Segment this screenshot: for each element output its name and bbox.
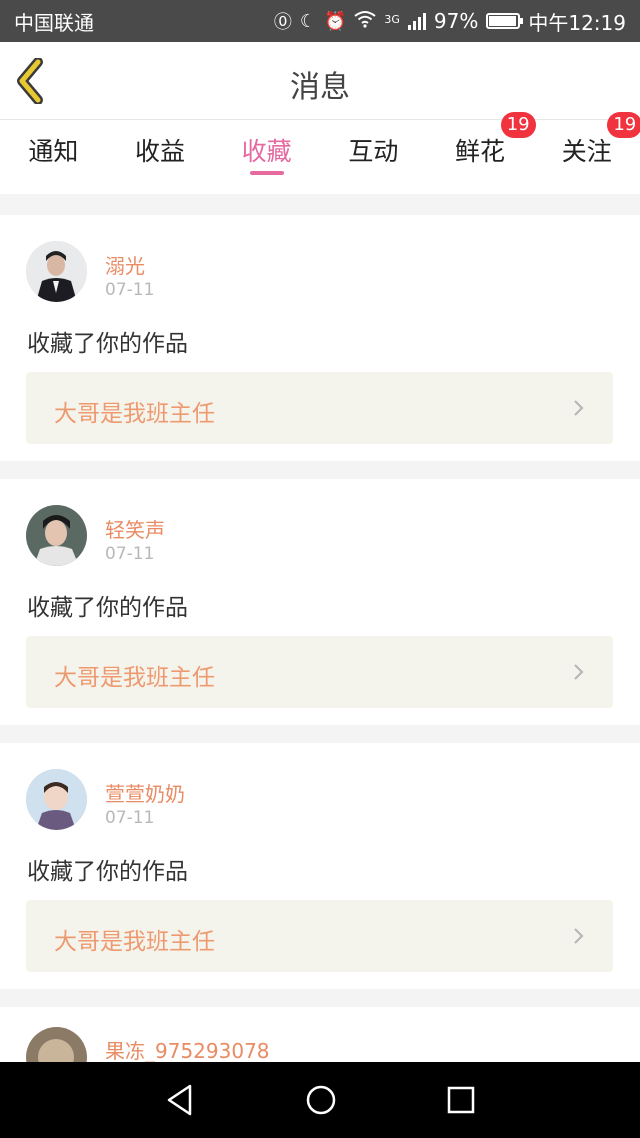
tab-notifications[interactable]: 通知 bbox=[0, 120, 107, 194]
username[interactable]: 果冻_975293078 bbox=[105, 1035, 270, 1064]
avatar[interactable] bbox=[26, 241, 87, 302]
timestamp: 07-11 bbox=[105, 544, 155, 564]
list-item: 萱萱奶奶 07-11 收藏了你的作品 大哥是我班主任 bbox=[0, 743, 640, 989]
work-title: 大哥是我班主任 bbox=[54, 929, 215, 955]
tab-favorites[interactable]: 收藏 bbox=[213, 120, 320, 194]
username[interactable]: 萱萱奶奶 bbox=[105, 778, 185, 807]
username[interactable]: 轻笑声 bbox=[105, 514, 165, 543]
alarm-icon: ⏰ bbox=[323, 10, 347, 32]
hd-icon: ⓪ bbox=[273, 12, 292, 33]
avatar[interactable] bbox=[26, 1027, 87, 1067]
network-type: 3G bbox=[384, 12, 400, 26]
tab-follows[interactable]: 关注 19 bbox=[533, 112, 640, 194]
avatar[interactable] bbox=[26, 769, 87, 830]
chevron-right-icon bbox=[574, 664, 584, 680]
avatar-image bbox=[26, 505, 87, 566]
tab-earnings[interactable]: 收益 bbox=[107, 120, 214, 194]
nav-bar: 消息 bbox=[0, 42, 640, 120]
action-text: 收藏了你的作品 bbox=[27, 595, 188, 621]
active-tab-indicator bbox=[249, 171, 284, 175]
work-title: 大哥是我班主任 bbox=[54, 401, 215, 427]
timestamp: 07-11 bbox=[105, 280, 155, 300]
list-item: 轻笑声 07-11 收藏了你的作品 大哥是我班主任 bbox=[0, 479, 640, 725]
tab-label: 鲜花 bbox=[455, 137, 506, 166]
clock: 中午12:19 bbox=[528, 10, 626, 35]
home-circle-icon[interactable] bbox=[305, 1084, 337, 1116]
timestamp: 07-11 bbox=[105, 808, 155, 828]
tab-label: 关注 bbox=[561, 137, 612, 166]
system-nav-bar bbox=[0, 1062, 640, 1138]
recents-square-icon[interactable] bbox=[447, 1086, 475, 1114]
work-title: 大哥是我班主任 bbox=[54, 665, 215, 691]
back-triangle-icon[interactable] bbox=[165, 1083, 195, 1117]
avatar[interactable] bbox=[26, 505, 87, 566]
unread-badge: 19 bbox=[500, 112, 536, 138]
battery-percent: 97% bbox=[433, 9, 479, 33]
work-link[interactable]: 大哥是我班主任 bbox=[26, 636, 613, 708]
username[interactable]: 溺光 bbox=[105, 250, 145, 279]
message-list: 溺光 07-11 收藏了你的作品 大哥是我班主任 轻笑声 07-11 收藏了你的… bbox=[0, 215, 640, 1067]
tab-label: 互动 bbox=[348, 137, 399, 166]
avatar-image bbox=[26, 241, 87, 302]
tab-label: 收藏 bbox=[241, 137, 292, 166]
page-title: 消息 bbox=[290, 70, 350, 105]
wifi-icon bbox=[354, 10, 376, 33]
action-text: 收藏了你的作品 bbox=[27, 331, 188, 357]
chevron-right-icon bbox=[574, 400, 584, 416]
unread-badge: 19 bbox=[607, 112, 640, 138]
tab-bar: 通知 收益 收藏 互动 鲜花 19 关注 19 bbox=[0, 112, 640, 194]
tab-label: 通知 bbox=[28, 137, 79, 166]
action-text: 收藏了你的作品 bbox=[27, 859, 188, 885]
chevron-right-icon bbox=[574, 928, 584, 944]
battery-icon bbox=[486, 13, 524, 29]
signal-icon bbox=[407, 12, 426, 30]
list-item: 溺光 07-11 收藏了你的作品 大哥是我班主任 bbox=[0, 215, 640, 461]
work-link[interactable]: 大哥是我班主任 bbox=[26, 372, 613, 444]
avatar-image bbox=[26, 1027, 87, 1067]
avatar-image bbox=[26, 769, 87, 830]
carrier-label: 中国联通 bbox=[14, 10, 94, 35]
work-link[interactable]: 大哥是我班主任 bbox=[26, 900, 613, 972]
list-item: 果冻_975293078 bbox=[0, 1007, 640, 1067]
tab-label: 收益 bbox=[135, 137, 186, 166]
status-icons: ⓪ ☾ ⏰ 3G 97% 中午12:19 bbox=[274, 7, 626, 36]
tab-interactions[interactable]: 互动 bbox=[320, 120, 427, 194]
tab-flowers[interactable]: 鲜花 19 bbox=[427, 112, 536, 194]
status-bar: 中国联通 ⓪ ☾ ⏰ 3G 97% 中午12:19 bbox=[0, 0, 640, 42]
moon-icon: ☾ bbox=[299, 10, 316, 32]
